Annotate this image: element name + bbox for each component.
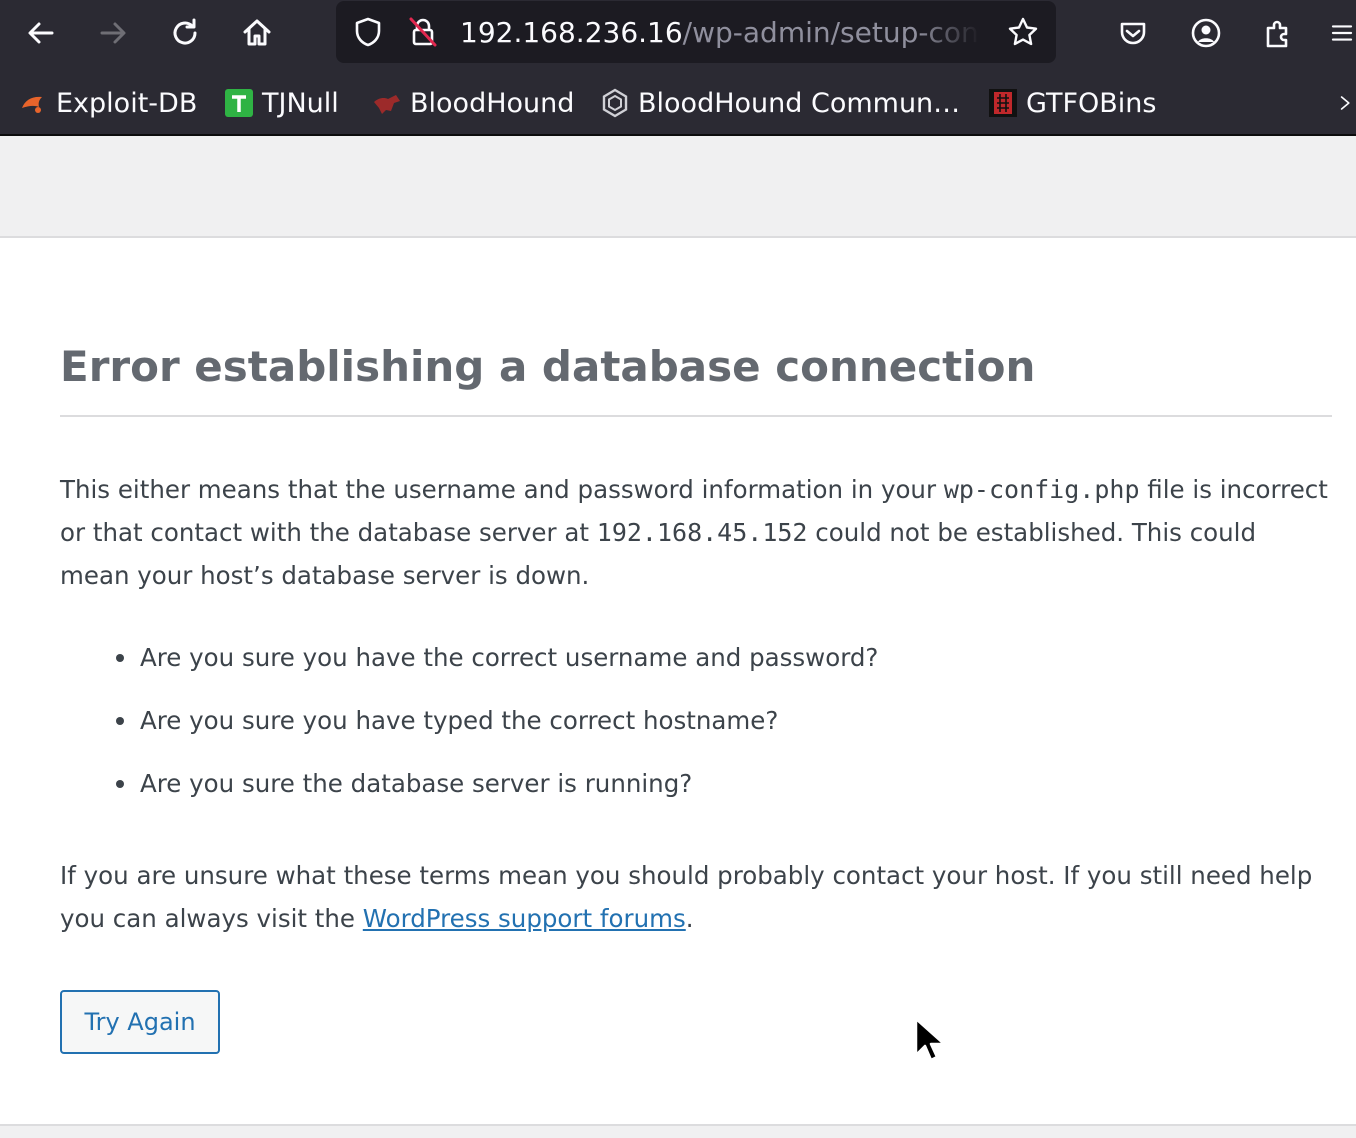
navigation-toolbar: 192.168.236.16/wp-admin/setup-config.php: [0, 0, 1356, 68]
list-item: Are you sure you have typed the correct …: [60, 699, 1260, 762]
extensions-icon: [1266, 20, 1288, 48]
try-again-button[interactable]: Try Again: [60, 990, 220, 1054]
bookmark-label: BloodHound: [410, 87, 575, 119]
error-text-part: This either means that the username and …: [60, 475, 944, 504]
bookmark-bloodhound-community[interactable]: BloodHound Commun…: [600, 84, 960, 122]
bullet-dot: [116, 780, 124, 788]
url-path: /wp-admin/setup-config.php: [682, 16, 980, 49]
address-bar[interactable]: 192.168.236.16/wp-admin/setup-config.php: [336, 1, 1056, 63]
list-item-text: Are you sure the database server is runn…: [140, 769, 693, 798]
bullet-dot: [116, 654, 124, 662]
bookmark-bloodhound[interactable]: BloodHound: [372, 84, 574, 122]
star-icon[interactable]: [1006, 15, 1040, 49]
url-host: 192.168.236.16: [460, 16, 683, 49]
exploit-db-icon: [18, 88, 48, 118]
bookmark-label: BloodHound Commun…: [638, 87, 961, 119]
bookmark-exploit-db[interactable]: Exploit-DB: [18, 84, 197, 122]
bookmark-label: Exploit-DB: [56, 87, 198, 119]
list-item-text: Are you sure you have the correct userna…: [140, 643, 879, 672]
pocket-icon: [1120, 22, 1146, 45]
error-description: This either means that the username and …: [60, 468, 1330, 597]
chevron-right-icon: [1340, 96, 1350, 110]
bookmarks-overflow-button[interactable]: [1338, 84, 1356, 122]
extensions-button[interactable]: [1255, 10, 1301, 56]
support-forums-link[interactable]: WordPress support forums: [363, 904, 686, 933]
arrow-left-icon: [28, 22, 54, 44]
list-item-text: Are you sure you have typed the correct …: [140, 706, 779, 735]
help-text-part: .: [685, 904, 694, 933]
bookmark-tjnull[interactable]: TJNull: [224, 84, 339, 122]
shield-icon[interactable]: [351, 15, 385, 49]
tjnull-icon: [224, 88, 254, 118]
gtfobins-icon: [988, 88, 1018, 118]
list-item: Are you sure the database server is runn…: [60, 762, 1260, 825]
menu-button[interactable]: [1328, 10, 1356, 56]
home-button[interactable]: [234, 10, 280, 56]
forward-button[interactable]: [90, 10, 136, 56]
bookmark-label: TJNull: [262, 87, 339, 119]
account-icon: [1191, 18, 1221, 48]
back-button[interactable]: [18, 10, 64, 56]
reload-button[interactable]: [162, 10, 208, 56]
url-text[interactable]: 192.168.236.16/wp-admin/setup-config.php: [460, 14, 980, 52]
reload-icon: [173, 18, 197, 45]
bookmark-gtfobins[interactable]: GTFOBins: [988, 84, 1156, 122]
page-title: Error establishing a database connection: [60, 342, 1036, 391]
menu-icon: [1331, 25, 1353, 41]
troubleshooting-list: Are you sure you have the correct userna…: [60, 636, 1260, 825]
browser-chrome: 192.168.236.16/wp-admin/setup-config.php…: [0, 0, 1356, 136]
title-divider: [60, 415, 1332, 417]
insecure-lock-icon[interactable]: [406, 15, 440, 49]
hexagon-icon: [600, 88, 630, 118]
bullet-dot: [116, 717, 124, 725]
pocket-button[interactable]: [1110, 10, 1156, 56]
bloodhound-icon: [372, 88, 402, 118]
home-icon: [243, 19, 271, 46]
account-button[interactable]: [1183, 10, 1229, 56]
mouse-cursor-icon: [914, 1017, 946, 1062]
config-filename: wp-config.php: [943, 475, 1140, 504]
list-item: Are you sure you have the correct userna…: [60, 636, 1260, 699]
database-host: 192.168.45.152: [596, 518, 808, 547]
bookmark-label: GTFOBins: [1026, 87, 1157, 119]
page-background: [0, 136, 1356, 236]
arrow-right-icon: [100, 22, 126, 44]
help-text: If you are unsure what these terms mean …: [60, 854, 1330, 940]
bookmarks-toolbar: Exploit-DB TJNull BloodHound BloodHound …: [0, 72, 1356, 134]
